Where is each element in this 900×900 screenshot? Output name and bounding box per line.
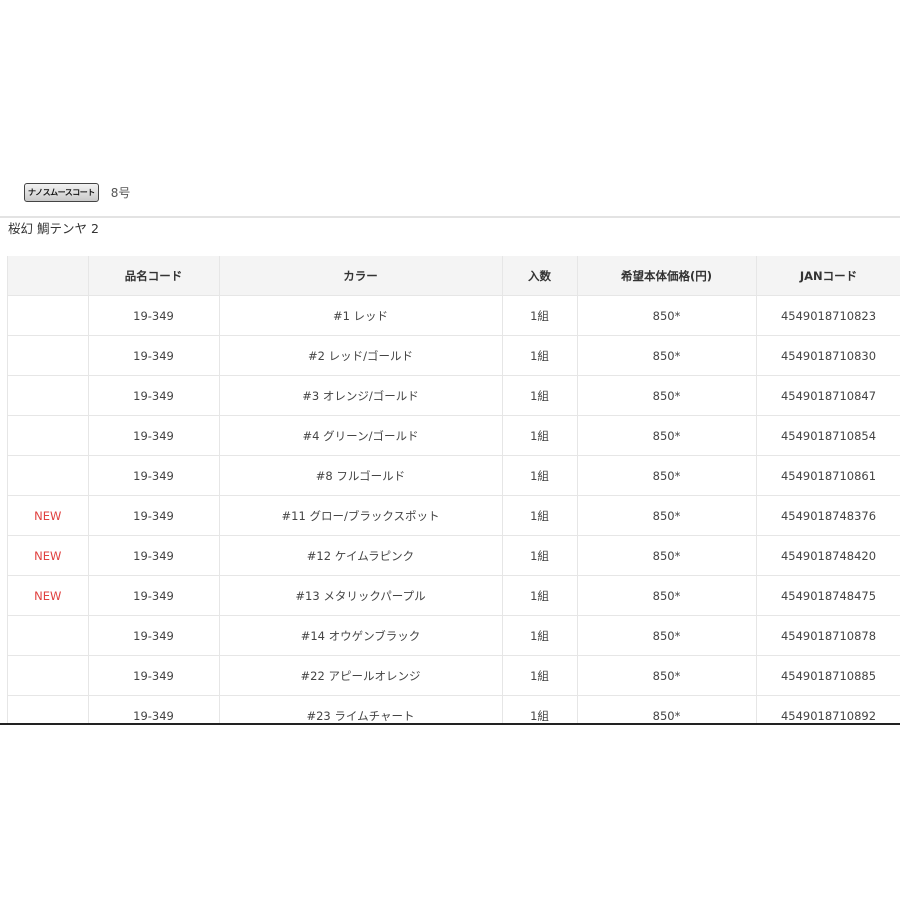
nano-smooth-coat-badge: ナノスムースコート [24, 182, 99, 202]
table-body: 19-349 #1 レッド 1組 850* 4549018710823 19-349 #2 … [8, 295, 900, 723]
quantity-cell: 1組 [502, 375, 578, 416]
header-price: 希望本体価格(円) [577, 256, 757, 296]
product-code-cell: 19-349 [88, 655, 220, 696]
product-code-cell: 19-349 [88, 695, 220, 723]
table-row: 19-349 #3 オレンジ/ゴールド 1組 850* 4549018710847 [8, 375, 900, 416]
price-cell: 850* [577, 495, 757, 536]
quantity-cell: 1組 [502, 575, 578, 616]
table-row: 19-349 #14 オウゲンブラック 1組 850* 4549018710878 [8, 615, 900, 656]
new-tag-cell: NEW [8, 535, 89, 576]
header-jan-code: JANコード [756, 256, 900, 296]
jan-code-cell: 4549018710861 [756, 455, 900, 496]
new-tag-cell [8, 335, 89, 376]
product-code-cell: 19-349 [88, 535, 220, 576]
jan-code-cell: 4549018710878 [756, 615, 900, 656]
color-name-cell: #3 オレンジ/ゴールド [219, 375, 503, 416]
table-row: 19-349 #2 レッド/ゴールド 1組 850* 4549018710830 [8, 335, 900, 376]
table-row: NEW 19-349 #13 メタリックパープル 1組 850* 454901874847… [8, 575, 900, 616]
product-code-cell: 19-349 [88, 335, 220, 376]
price-cell: 850* [577, 655, 757, 696]
product-code-cell: 19-349 [88, 615, 220, 656]
color-name-cell: #22 アピールオレンジ [219, 655, 503, 696]
jan-code-cell: 4549018748376 [756, 495, 900, 536]
new-tag-cell [8, 455, 89, 496]
color-name-cell: #11 グロー/ブラックスポット [219, 495, 503, 536]
jan-code-cell: 4549018710892 [756, 695, 900, 723]
price-cell: 850* [577, 455, 757, 496]
price-cell: 850* [577, 535, 757, 576]
bottom-divider [0, 723, 900, 725]
product-title: 桜幻 鯛テンヤ 2 [8, 221, 99, 236]
quantity-cell: 1組 [502, 535, 578, 576]
price-cell: 850* [577, 615, 757, 656]
table-row: 19-349 #22 アピールオレンジ 1組 850* 4549018710885 [8, 655, 900, 696]
color-name-cell: #23 ライムチャート [219, 695, 503, 723]
jan-code-cell: 4549018710823 [756, 295, 900, 336]
new-tag-cell [8, 655, 89, 696]
table-row: 19-349 #8 フルゴールド 1組 850* 4549018710861 [8, 455, 900, 496]
price-cell: 850* [577, 575, 757, 616]
product-code-cell: 19-349 [88, 575, 220, 616]
price-cell: 850* [577, 375, 757, 416]
quantity-cell: 1組 [502, 455, 578, 496]
price-cell: 850* [577, 335, 757, 376]
new-tag-cell: NEW [8, 495, 89, 536]
table-row: 19-349 #1 レッド 1組 850* 4549018710823 [8, 295, 900, 336]
price-cell: 850* [577, 295, 757, 336]
jan-code-cell: 4549018710885 [756, 655, 900, 696]
product-code-cell: 19-349 [88, 295, 220, 336]
header-product-code: 品名コード [88, 256, 220, 296]
color-name-cell: #4 グリーン/ゴールド [219, 415, 503, 456]
price-cell: 850* [577, 695, 757, 723]
product-code-cell: 19-349 [88, 455, 220, 496]
table-header-row: 品名コード カラー 入数 希望本体価格(円) JANコード [8, 256, 900, 296]
color-name-cell: #12 ケイムラピンク [219, 535, 503, 576]
jan-code-cell: 4549018710854 [756, 415, 900, 456]
new-tag-cell [8, 415, 89, 456]
jan-code-cell: 4549018710847 [756, 375, 900, 416]
header-quantity: 入数 [502, 256, 578, 296]
section-divider [0, 216, 900, 218]
jan-code-cell: 4549018748420 [756, 535, 900, 576]
table-row: NEW 19-349 #12 ケイムラピンク 1組 850* 4549018748420 [8, 535, 900, 576]
product-code-cell: 19-349 [88, 375, 220, 416]
jan-code-cell: 4549018748475 [756, 575, 900, 616]
color-name-cell: #13 メタリックパープル [219, 575, 503, 616]
product-code-cell: 19-349 [88, 415, 220, 456]
quantity-cell: 1組 [502, 415, 578, 456]
quantity-cell: 1組 [502, 495, 578, 536]
table-row: 19-349 #23 ライムチャート 1組 850* 4549018710892 [8, 695, 900, 723]
new-tag-cell [8, 615, 89, 656]
quantity-cell: 1組 [502, 615, 578, 656]
spec-table-container: 品名コード カラー 入数 希望本体価格(円) JANコード 19-349 #1 レ… [7, 256, 900, 723]
jan-code-cell: 4549018710830 [756, 335, 900, 376]
quantity-cell: 1組 [502, 335, 578, 376]
quantity-cell: 1組 [502, 655, 578, 696]
new-tag-cell: NEW [8, 575, 89, 616]
color-name-cell: #8 フルゴールド [219, 455, 503, 496]
coating-badge-row: ナノスムースコート 8号 [24, 181, 130, 203]
hook-size-label: 8号 [110, 185, 131, 200]
quantity-cell: 1組 [502, 695, 578, 723]
new-tag-cell [8, 375, 89, 416]
header-color: カラー [219, 256, 503, 296]
quantity-cell: 1組 [502, 295, 578, 336]
table-row: 19-349 #4 グリーン/ゴールド 1組 850* 4549018710854 [8, 415, 900, 456]
new-tag-cell [8, 295, 89, 336]
color-name-cell: #14 オウゲンブラック [219, 615, 503, 656]
new-tag-cell [8, 695, 89, 723]
color-name-cell: #1 レッド [219, 295, 503, 336]
color-name-cell: #2 レッド/ゴールド [219, 335, 503, 376]
product-code-cell: 19-349 [88, 495, 220, 536]
header-tag [8, 256, 89, 296]
price-cell: 850* [577, 415, 757, 456]
spec-table: 品名コード カラー 入数 希望本体価格(円) JANコード 19-349 #1 レ… [8, 256, 900, 723]
table-row: NEW 19-349 #11 グロー/ブラックスポット 1組 850* 454901874… [8, 495, 900, 536]
